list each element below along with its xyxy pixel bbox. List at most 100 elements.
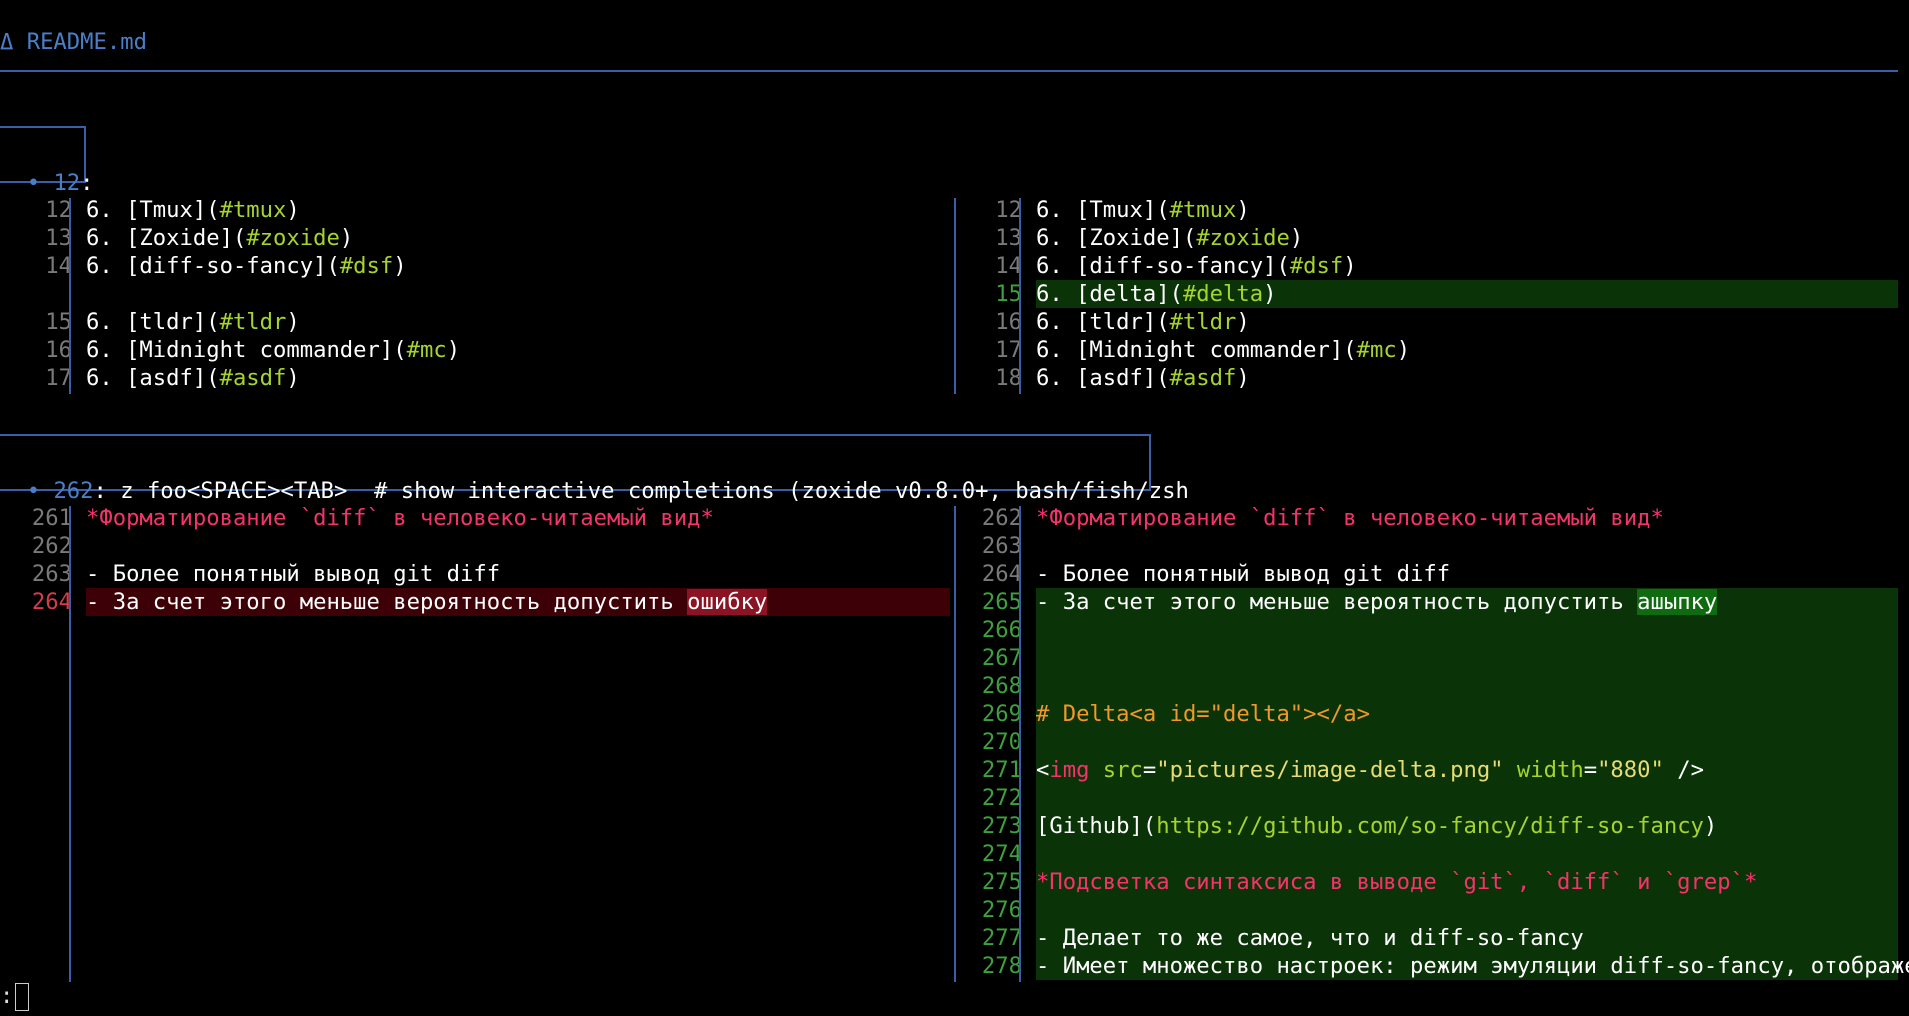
code-token: #tldr <box>219 309 287 335</box>
diff-line: 272 <box>960 784 1898 812</box>
code-token: Более понятный вывод git diff <box>112 561 501 587</box>
code-token: #tmux <box>1169 197 1237 223</box>
added-line-highlight <box>1036 728 1898 756</box>
line-content: # Delta<a id="delta"></a> <box>1036 700 1370 728</box>
code-token: "pictures/image-delta.png" <box>1156 757 1504 783</box>
diff-line: 270 <box>960 728 1898 756</box>
code-token: #tldr <box>1169 309 1237 335</box>
code-token: ) <box>1236 309 1250 335</box>
hunk2-right-pane: 262 *Форматирование `diff` в человеко-чит… <box>960 504 1909 980</box>
line-content: 6. [Midnight commander](#mc) <box>86 336 460 364</box>
line-number: 277 <box>981 925 1022 951</box>
line-number: 16 <box>995 309 1022 335</box>
diff-line: 13 6. [Zoxide](#zoxide) <box>960 224 1898 252</box>
line-content: - За счет этого меньше вероятность допус… <box>86 588 768 616</box>
diff-line: 274 <box>960 840 1898 868</box>
code-token: ) <box>286 365 300 391</box>
code-token: ) <box>1396 337 1411 363</box>
diff-line: 275 *Подсветка синтаксиса в выводе `git`,… <box>960 868 1898 896</box>
code-token: #dsf <box>339 253 394 279</box>
command-prompt: : <box>0 983 14 1009</box>
hunk1-right-pane: 12 6. [Tmux](#tmux) 13 6. [Zoxide](#zoxide)… <box>960 196 1898 392</box>
command-line[interactable]: : <box>0 982 30 1011</box>
code-token: 6. <box>1036 309 1077 335</box>
code-token: За счет этого меньше вероятность допусти… <box>112 589 688 615</box>
line-content: *Форматирование `diff` в человеко-читаем… <box>1036 504 1664 532</box>
diff-line: 17 6. [asdf](#asdf) <box>10 364 950 392</box>
hunk1-left-pane: 12 6. [Tmux](#tmux) 13 6. [Zoxide](#zoxide)… <box>10 196 950 392</box>
code-token: ) <box>1343 253 1357 279</box>
code-token: [Tmux]( <box>1076 197 1170 223</box>
code-token: *Подсветка синтаксиса в выводе `git`, `d… <box>1036 869 1758 895</box>
code-token: #delta <box>1182 281 1264 307</box>
removed-word: ошибку <box>687 589 768 615</box>
line-number: 268 <box>981 673 1022 699</box>
code-token: = <box>1583 757 1598 783</box>
diff-line: 264 - Более понятный вывод git diff <box>960 560 1898 588</box>
code-token: 6. <box>1036 253 1077 279</box>
line-number: 262 <box>981 505 1022 531</box>
hunk-bullet: • <box>26 170 41 196</box>
line-number: 270 <box>981 729 1022 755</box>
line-number: 14 <box>45 253 72 279</box>
diff-line: 18 6. [asdf](#asdf) <box>960 364 1898 392</box>
code-token: #dsf <box>1289 253 1344 279</box>
diff-line: 13 6. [Zoxide](#zoxide) <box>10 224 950 252</box>
code-token: ) <box>1703 813 1718 839</box>
line-content: <img src="pictures/image-delta.png" widt… <box>1036 756 1704 784</box>
code-token: ) <box>393 253 407 279</box>
line-number: 276 <box>981 897 1022 923</box>
code-token: [Midnight commander]( <box>126 337 407 363</box>
code-token: ) <box>339 225 354 251</box>
line-number: 12 <box>995 197 1022 223</box>
code-token: #zoxide <box>1196 225 1290 251</box>
line-content: - Более понятный вывод git diff <box>86 560 500 588</box>
diff-line: 263 <box>960 532 1898 560</box>
line-content: - Более понятный вывод git diff <box>1036 560 1450 588</box>
line-content: 6. [asdf](#asdf) <box>86 364 300 392</box>
hunk-header-2[interactable]: • 262: z foo<SPACE><TAB> # show interact… <box>0 434 1189 504</box>
code-token: [Zoxide]( <box>126 225 247 251</box>
line-number: 269 <box>981 701 1022 727</box>
code-token: [diff-so-fancy]( <box>126 253 340 279</box>
line-number: 271 <box>981 757 1022 783</box>
line-number: 17 <box>45 365 72 391</box>
line-content: 6. [asdf](#asdf) <box>1036 364 1250 392</box>
code-token: ) <box>1263 281 1277 307</box>
hunk-header-1[interactable]: • 12: <box>0 126 94 196</box>
diff-line: 17 6. [Midnight commander](#mc) <box>960 336 1898 364</box>
right-gutter-separator <box>1019 506 1021 982</box>
diff-line: 278- Имеет множество настроек: режим эму… <box>960 952 1909 980</box>
added-line-highlight <box>1036 644 1898 672</box>
line-number: 274 <box>981 841 1022 867</box>
file-header: Δ README.md <box>0 29 147 55</box>
code-token: 6. <box>86 309 127 335</box>
line-content: 6. [Zoxide](#zoxide) <box>86 224 353 252</box>
diff-line: 265- За счет этого меньше вероятность до… <box>960 588 1898 616</box>
right-gutter-separator <box>1019 198 1021 394</box>
line-number: 264 <box>981 561 1022 587</box>
hunk-line-number: 12 <box>53 170 81 196</box>
code-token: width <box>1516 757 1584 783</box>
line-number: 15 <box>995 281 1022 307</box>
line-content: - Имеет множество настроек: режим эмуляц… <box>1036 952 1909 980</box>
code-token: src <box>1102 757 1143 783</box>
line-number: 261 <box>31 505 72 531</box>
code-token: [Tmux]( <box>126 197 220 223</box>
diff-line: 268 <box>960 672 1898 700</box>
code-token: 6. <box>86 225 127 251</box>
line-content: *Форматирование `diff` в человеко-читаем… <box>86 504 714 532</box>
code-token: # Delta<a id="delta"></a> <box>1036 701 1370 727</box>
code-token: #mc <box>1356 337 1397 363</box>
code-token: "880" <box>1597 757 1664 783</box>
diff-line: 12 6. [Tmux](#tmux) <box>960 196 1898 224</box>
diff-line: 266 <box>960 616 1898 644</box>
hunk-colon: : <box>80 170 94 196</box>
line-number: 264 <box>31 589 72 615</box>
line-content: 6. [Midnight commander](#mc) <box>1036 336 1410 364</box>
code-token: 6. <box>86 253 127 279</box>
code-token: [diff-so-fancy]( <box>1076 253 1290 279</box>
code-token: [delta]( <box>1076 281 1183 307</box>
